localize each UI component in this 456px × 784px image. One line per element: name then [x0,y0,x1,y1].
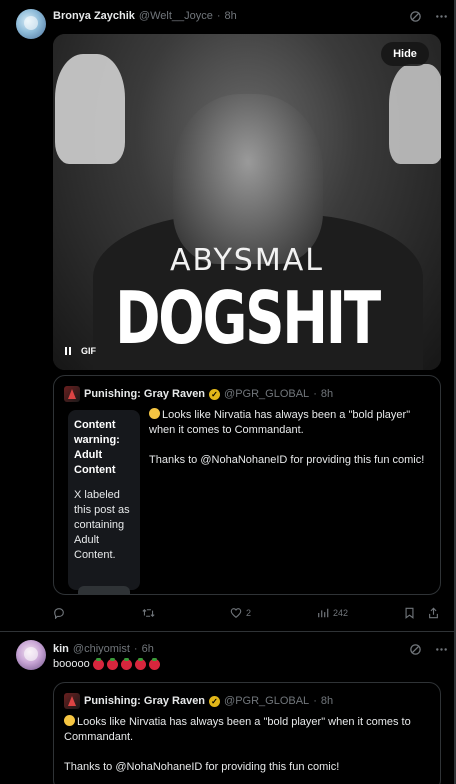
reply-icon [54,608,64,619]
tweet-header: kin @chiyomist · 6h [53,643,154,655]
repost-button[interactable] [142,607,155,619]
analytics-icon [318,608,329,618]
separator-dot: · [216,10,221,22]
tomato-emoji-icon [120,657,132,670]
author-name[interactable]: Bronya Zaychik [53,10,135,22]
heart-icon [230,608,242,618]
avatar[interactable] [16,9,46,39]
timestamp[interactable]: 6h [142,643,154,655]
quoted-avatar [64,693,80,709]
tomato-emoji-icon [134,657,146,670]
emoji-icon [64,715,75,726]
quoted-text-line-2: Thanks to @NohaNohaneID for providing th… [149,454,425,466]
avatar[interactable] [16,640,46,670]
tweet-header: Bronya Zaychik @Welt__Joyce · 8h [53,10,237,22]
gif-controls: GIF [65,346,96,356]
content-warning-show-button[interactable] [78,586,130,594]
quoted-tweet-text: Looks like Nirvatia has always been a "b… [64,715,432,784]
author-handle[interactable]: @chiyomist [73,643,130,655]
header-actions [408,642,448,656]
tomato-emoji-icon [148,657,160,670]
quoted-avatar [64,386,80,402]
quoted-tweet[interactable]: Punishing: Gray Raven ✓ @PGR_GLOBAL · 8h… [53,682,441,784]
grok-icon[interactable] [408,9,422,23]
bookmark-button[interactable] [404,607,415,619]
quoted-timestamp: 8h [320,388,334,400]
tomato-emoji-icon [106,657,118,670]
quoted-text-line-2: Thanks to @NohaNohaneID for providing th… [64,761,340,773]
content-warning-title: Content warning: Adult Content [74,419,120,476]
views-button[interactable]: 242 [317,607,348,619]
tweet-text-content: booooo [53,658,90,670]
quoted-tweet-header: Punishing: Gray Raven ✓ @PGR_GLOBAL · 8h [64,386,333,402]
grok-icon[interactable] [408,642,422,656]
verified-badge-icon: ✓ [209,388,221,400]
emoji-icon [149,408,160,419]
separator-dot: · [133,643,138,655]
header-actions [408,9,448,23]
pause-icon[interactable] [65,347,71,355]
gif-badge: GIF [81,346,96,356]
separator-dot: · [313,388,317,400]
tweet-text: booooo [53,657,160,670]
more-options-icon[interactable] [434,642,448,656]
quoted-text-line-1: Looks like Nirvatia has always been a "b… [64,716,411,743]
quoted-author-handle: @PGR_GLOBAL [224,388,310,400]
media-hand-left [55,54,125,164]
share-icon [429,607,438,619]
content-warning-text: X labeled this post as containing Adult … [74,489,130,561]
tweet-media-gif[interactable]: ABYSMAL DOGSHIT Hide GIF [53,34,441,370]
media-caption-top: ABYSMAL [170,243,324,278]
verified-badge-icon: ✓ [209,695,221,707]
more-options-icon[interactable] [434,9,448,23]
quoted-author-handle: @PGR_GLOBAL [224,695,310,707]
quoted-tweet-text: Looks like Nirvatia has always been a "b… [149,408,434,483]
tomato-emoji-icon [92,657,104,670]
quoted-text-line-1: Looks like Nirvatia has always been a "b… [149,409,411,436]
share-button[interactable] [428,607,439,619]
view-count: 242 [333,608,349,618]
quoted-tweet[interactable]: Punishing: Gray Raven ✓ @PGR_GLOBAL · 8h… [53,375,441,595]
author-name[interactable]: kin [53,643,69,655]
author-handle[interactable]: @Welt__Joyce [139,10,213,22]
tweet-action-bar: 2 242 [53,607,441,625]
quoted-tweet-header: Punishing: Gray Raven ✓ @PGR_GLOBAL · 8h [64,693,333,709]
hide-media-button[interactable]: Hide [381,42,429,66]
like-count: 2 [246,608,252,618]
like-button[interactable]: 2 [230,607,251,619]
content-warning-card[interactable]: Content warning: Adult Content X labeled… [68,410,140,594]
media-caption-main: DOGSHIT [115,276,381,360]
quoted-author-name: Punishing: Gray Raven [84,695,206,707]
bookmark-icon [405,607,414,619]
repost-icon [142,609,155,617]
reply-button[interactable] [53,607,65,619]
timestamp[interactable]: 8h [225,10,237,22]
media-hand-right [389,64,441,164]
quoted-timestamp: 8h [320,695,334,707]
media-figure-head [173,94,323,264]
quoted-author-name: Punishing: Gray Raven [84,388,206,400]
tweet[interactable]: Bronya Zaychik @Welt__Joyce · 8h ABYSMAL… [0,0,454,630]
separator-dot: · [313,695,317,707]
